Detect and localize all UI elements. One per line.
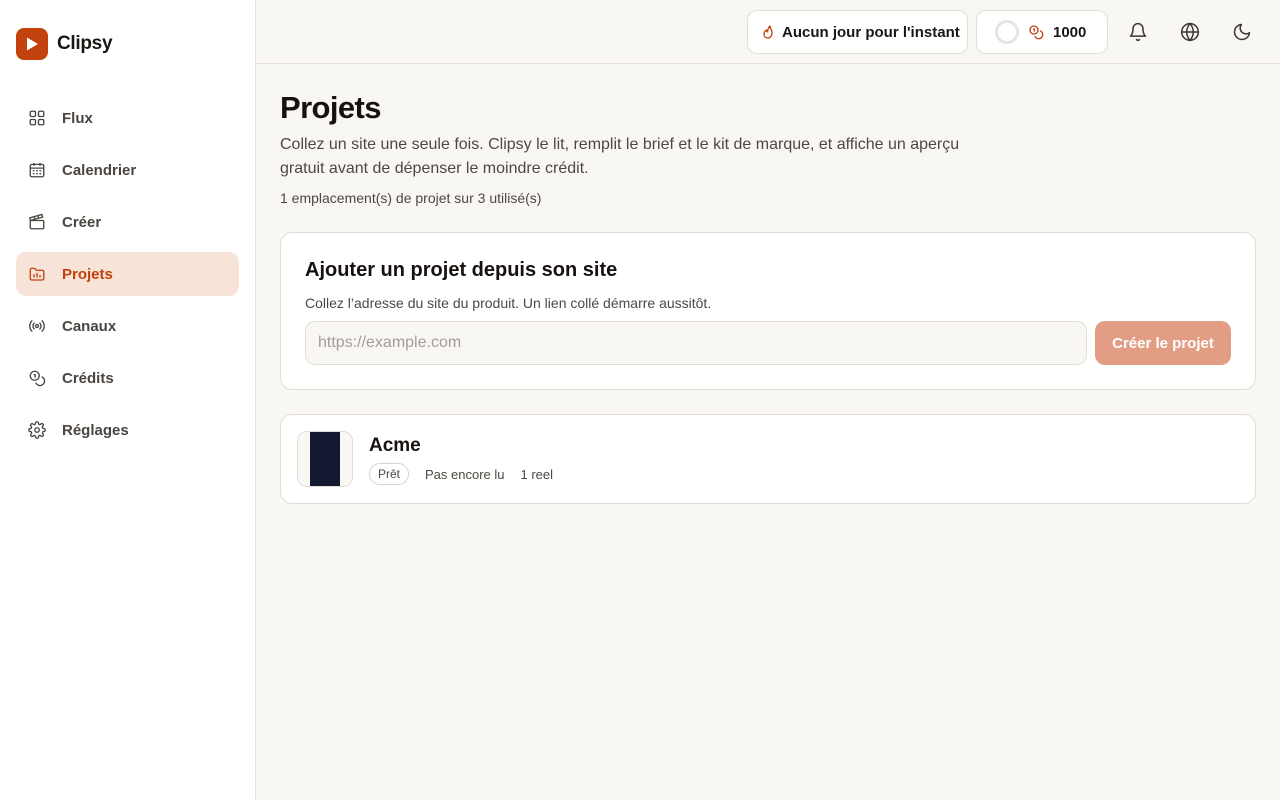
credits-count: 1000	[1053, 23, 1087, 41]
coins-icon	[1029, 25, 1044, 40]
sidebar-item-label: Créer	[62, 213, 102, 231]
page-description: Collez un site une seule fois. Clipsy le…	[280, 136, 960, 177]
sidebar-item-reglages[interactable]: Réglages	[16, 408, 239, 452]
create-project-button[interactable]: Créer le projet	[1095, 321, 1231, 365]
project-slots-text: 1 emplacement(s) de projet sur 3 utilisé…	[280, 190, 542, 206]
progress-ring-icon	[995, 20, 1019, 44]
clapperboard-icon	[29, 213, 45, 230]
flame-icon	[763, 25, 773, 39]
broadcast-icon	[29, 320, 45, 332]
add-project-subtitle: Collez l’adresse du site du produit. Un …	[305, 295, 712, 311]
reel-count: 1 reel	[520, 466, 554, 482]
sidebar-item-label: Réglages	[62, 421, 129, 439]
sidebar-item-label: Crédits	[62, 369, 114, 387]
project-name: Acme	[369, 435, 421, 456]
project-thumbnail-image	[310, 432, 340, 486]
coins-icon	[29, 370, 46, 387]
grid-icon	[29, 110, 45, 126]
sidebar-nav: Flux Calendrier Créer Projets Canaux Cré…	[16, 96, 239, 460]
folder-icon	[29, 267, 45, 281]
sidebar: Clipsy Flux Calendrier Créer Projets Can…	[0, 0, 256, 800]
project-meta: Prêt Pas encore lu 1 reel	[369, 463, 553, 485]
sidebar-item-label: Projets	[62, 265, 113, 283]
status-badge: Prêt	[369, 463, 410, 485]
project-thumbnail	[297, 431, 353, 487]
site-url-input[interactable]	[305, 321, 1087, 365]
theme-toggle-button[interactable]	[1228, 18, 1256, 46]
sidebar-item-label: Canaux	[62, 317, 117, 335]
credits-button[interactable]: 1000	[976, 10, 1108, 54]
language-button[interactable]	[1176, 18, 1204, 46]
page-title: Projets	[280, 90, 382, 125]
top-bar: Aucun jour pour l'instant 1000	[256, 0, 1280, 64]
notifications-button[interactable]	[1124, 18, 1152, 46]
brand-name: Clipsy	[57, 33, 113, 54]
streak-label: Aucun jour pour l'instant	[782, 23, 960, 41]
read-status: Pas encore lu	[425, 466, 505, 482]
sidebar-item-label: Flux	[62, 109, 93, 127]
add-project-title: Ajouter un projet depuis son site	[305, 259, 618, 281]
add-project-card: Ajouter un projet depuis son site Collez…	[280, 232, 1256, 390]
moon-icon	[1233, 23, 1251, 41]
sidebar-item-flux[interactable]: Flux	[16, 96, 239, 140]
sidebar-item-calendrier[interactable]: Calendrier	[16, 148, 239, 192]
gear-icon	[28, 421, 46, 439]
project-card[interactable]: Acme Prêt Pas encore lu 1 reel	[280, 414, 1256, 504]
streak-button[interactable]: Aucun jour pour l'instant	[747, 10, 968, 54]
brand[interactable]: Clipsy	[16, 28, 113, 60]
sidebar-item-canaux[interactable]: Canaux	[16, 304, 239, 348]
bell-icon	[1129, 22, 1147, 42]
globe-icon	[1180, 22, 1200, 42]
sidebar-item-credits[interactable]: Crédits	[16, 356, 239, 400]
play-logo-icon	[16, 28, 48, 60]
sidebar-item-label: Calendrier	[62, 161, 137, 179]
calendar-icon	[29, 162, 45, 178]
sidebar-item-creer[interactable]: Créer	[16, 200, 239, 244]
sidebar-item-projets[interactable]: Projets	[16, 252, 239, 296]
